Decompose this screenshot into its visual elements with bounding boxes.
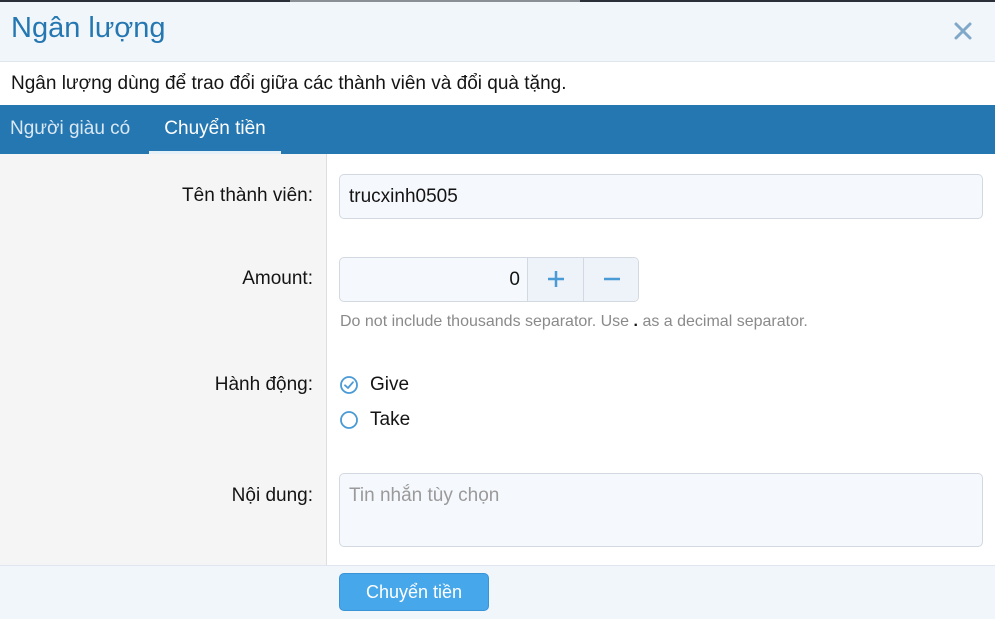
username-label: Tên thành viên:: [182, 185, 313, 206]
plus-icon: [547, 271, 564, 287]
hint-separator: .: [633, 313, 638, 330]
radio-unchecked-icon: [340, 411, 358, 429]
transfer-submit-button[interactable]: Chuyển tiền: [339, 573, 489, 611]
dialog-description: Ngân lượng dùng để trao đổi giữa các thà…: [11, 73, 567, 94]
decrement-button[interactable]: [583, 258, 638, 301]
amount-input[interactable]: 0: [340, 258, 527, 301]
minus-icon: [603, 277, 620, 281]
hint-text-end: as a decimal separator.: [642, 313, 808, 330]
hint-text-start: Do not include thousands separator. Use: [340, 313, 630, 330]
radio-take-label: Take: [370, 409, 411, 430]
amount-hint: Do not include thousands separator. Use …: [340, 313, 808, 331]
message-textarea[interactable]: [339, 473, 983, 547]
close-icon: [954, 22, 972, 40]
increment-button[interactable]: [527, 258, 583, 301]
username-field[interactable]: trucxinh0505: [339, 174, 983, 219]
amount-stepper: 0: [339, 257, 639, 302]
overlay-dialog: Ngân lượng Ngân lượng dùng để trao đổi g…: [0, 2, 995, 619]
dialog-footer: Chuyển tiền: [0, 565, 995, 619]
tab-bar: Người giàu có Chuyển tiền: [0, 105, 995, 154]
amount-label: Amount:: [242, 268, 313, 289]
radio-give-label: Give: [370, 374, 410, 395]
transfer-form: Tên thành viên: trucxinh0505 Amount: 0 D…: [0, 154, 995, 565]
action-label: Hành động:: [214, 374, 313, 395]
dialog-title: Ngân lượng: [11, 12, 166, 44]
tab-transfer[interactable]: Chuyển tiền: [149, 105, 281, 154]
message-label: Nội dung:: [231, 485, 313, 506]
dialog-header: Ngân lượng: [0, 2, 995, 62]
close-button[interactable]: [946, 14, 980, 48]
radio-checked-icon: [340, 376, 358, 394]
tab-rich-users[interactable]: Người giàu có: [10, 105, 130, 154]
